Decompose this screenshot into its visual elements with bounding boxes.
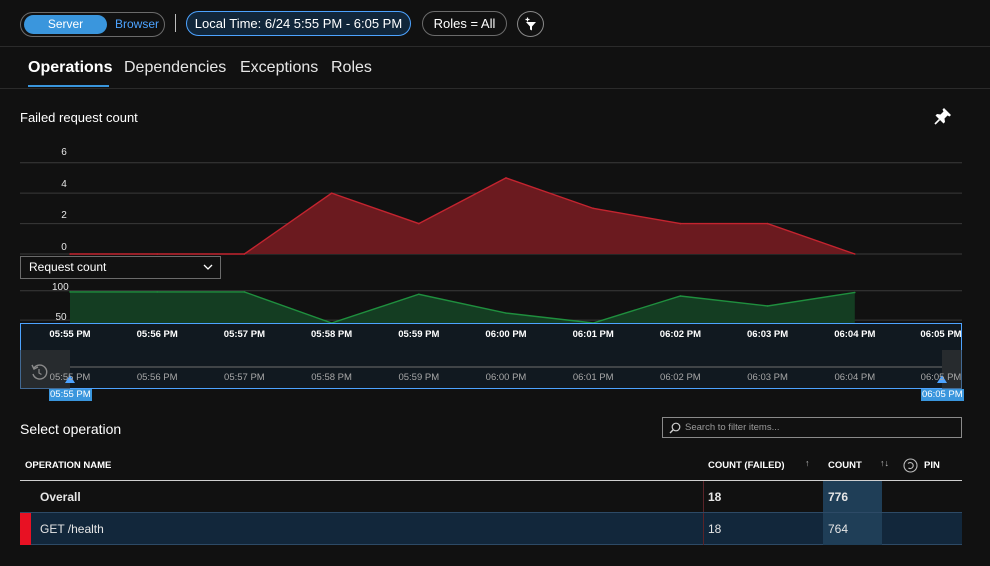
brush-tick-label: 06:02 PM: [660, 372, 701, 383]
data-point-05:58 PM: [330, 192, 333, 194]
pin-chart-button[interactable]: [933, 106, 953, 131]
series-area: [70, 177, 855, 254]
column-header-count-failed[interactable]: COUNT (FAILED): [708, 460, 785, 471]
data-point-06:04 PM: [854, 291, 856, 294]
y-tick-label: 0: [61, 242, 67, 253]
data-point-06:00 PM: [505, 312, 507, 314]
data-point-06:01 PM: [592, 207, 594, 210]
operation-name: Overall: [40, 490, 81, 504]
data-point-05:59 PM: [418, 222, 420, 225]
roles-filter[interactable]: Roles = All: [422, 11, 507, 36]
server-browser-toggle[interactable]: Server Browser: [20, 12, 165, 37]
count-failed-value: 18: [708, 522, 722, 536]
count-failed-value: 18: [708, 490, 722, 504]
data-point-05:56 PM: [156, 291, 158, 293]
metric-dropdown-value: Request count: [29, 260, 107, 274]
tab-exceptions[interactable]: Exceptions: [240, 59, 318, 77]
operations-section-title: Select operation: [20, 421, 122, 437]
series-area: [70, 291, 855, 323]
timeline-tick-label: 06:02 PM: [659, 329, 701, 340]
brush-tick-label: 06:04 PM: [834, 372, 876, 383]
data-point-06:03 PM: [766, 222, 769, 225]
data-point-05:57 PM: [243, 291, 246, 293]
data-point-06:02 PM: [679, 222, 682, 225]
brush-tick-label: 06:05 PM: [920, 372, 962, 383]
brush-tick-label: 05:55 PM: [49, 372, 91, 383]
metric-dropdown[interactable]: Request count: [20, 256, 221, 279]
search-input[interactable]: [685, 419, 955, 436]
column-header-pin: PIN: [924, 460, 940, 471]
data-point-06:04 PM: [854, 253, 856, 255]
browser-toggle-option[interactable]: Browser: [111, 15, 163, 34]
tab-roles[interactable]: Roles: [331, 59, 372, 77]
data-point-06:03 PM: [766, 305, 769, 307]
data-point-06:02 PM: [679, 295, 682, 297]
data-point-05:57 PM: [243, 253, 246, 255]
data-point-06:00 PM: [505, 177, 507, 179]
toolbar: Server Browser Local Time: 6/24 5:55 PM …: [0, 0, 990, 47]
brush-tick-label: 05:56 PM: [136, 372, 178, 383]
reset-zoom-icon: [31, 364, 48, 380]
tabs-divider: [0, 88, 990, 89]
table-row-overall[interactable]: Overall 18 776: [20, 481, 962, 513]
timeline-tick-label: 06:03 PM: [747, 329, 789, 340]
data-point-05:56 PM: [156, 253, 158, 255]
sort-icon[interactable]: ↑↓: [880, 458, 889, 468]
reset-zoom-button[interactable]: [29, 362, 49, 387]
brush-end-label: 06:05 PM: [921, 389, 964, 401]
active-tab-indicator: [28, 85, 109, 87]
toolbar-divider: [175, 14, 176, 32]
brush-tick-label: 05:57 PM: [224, 372, 265, 383]
y-tick-label: 100: [52, 282, 69, 293]
column-header-count[interactable]: COUNT: [828, 460, 862, 471]
table-row-get-health[interactable]: GET /health 18 764: [20, 513, 962, 545]
request-count-chart: [20, 290, 962, 324]
count-value: 776: [828, 490, 849, 504]
timeline-tick-label: 05:55 PM: [49, 329, 91, 340]
sort-icon[interactable]: ↑: [805, 458, 810, 468]
failure-indicator: [20, 513, 31, 545]
search-box[interactable]: [662, 417, 962, 438]
timeline-tick-label: 06:05 PM: [920, 329, 962, 340]
count-value: 764: [828, 522, 849, 536]
brush-tick-label: 05:59 PM: [398, 372, 440, 383]
tab-operations[interactable]: Operations: [28, 59, 112, 77]
pin-column-icon: [903, 458, 918, 473]
timeline-tick-label: 05:57 PM: [223, 329, 265, 340]
y-tick-label: 50: [55, 312, 67, 323]
y-tick-label: 6: [61, 147, 67, 158]
add-filter-button[interactable]: [517, 11, 544, 37]
timeline-tick-label: 05:56 PM: [136, 329, 178, 340]
column-header-operation-name[interactable]: OPERATION NAME: [25, 460, 111, 471]
timeline-tick-label: 05:58 PM: [311, 329, 353, 340]
chart-title: Failed request count: [20, 110, 138, 125]
timeline-tick-label: 06:04 PM: [834, 329, 876, 340]
timeline-tick-label: 05:59 PM: [398, 329, 440, 340]
pin-icon: [934, 108, 951, 125]
operation-name: GET /health: [40, 522, 104, 536]
server-toggle-option[interactable]: Server: [24, 15, 107, 34]
time-range-filter[interactable]: Local Time: 6/24 5:55 PM - 6:05 PM: [186, 11, 411, 36]
y-tick-label: 2: [61, 210, 67, 221]
search-icon: [669, 422, 681, 434]
column-divider: [703, 513, 704, 545]
column-divider: [703, 481, 704, 513]
brush-tick-label: 06:01 PM: [572, 372, 614, 383]
filter-add-icon: [525, 17, 536, 31]
y-tick-label: 4: [61, 179, 67, 190]
timeline-tick-label: 06:01 PM: [572, 329, 614, 340]
brush-tick-label: 06:03 PM: [747, 372, 788, 383]
data-point-05:55 PM: [69, 253, 71, 255]
failed-request-chart: [20, 162, 962, 255]
tab-dependencies[interactable]: Dependencies: [124, 59, 226, 77]
data-point-05:55 PM: [69, 291, 71, 293]
brush-tick-label: 05:58 PM: [311, 372, 352, 383]
data-point-05:59 PM: [418, 293, 420, 296]
brush-start-label: 05:55 PM: [49, 389, 92, 401]
brush-tick-label: 06:00 PM: [485, 372, 527, 383]
timeline-tick-label: 06:00 PM: [485, 329, 527, 340]
chevron-down-icon: [203, 264, 213, 270]
